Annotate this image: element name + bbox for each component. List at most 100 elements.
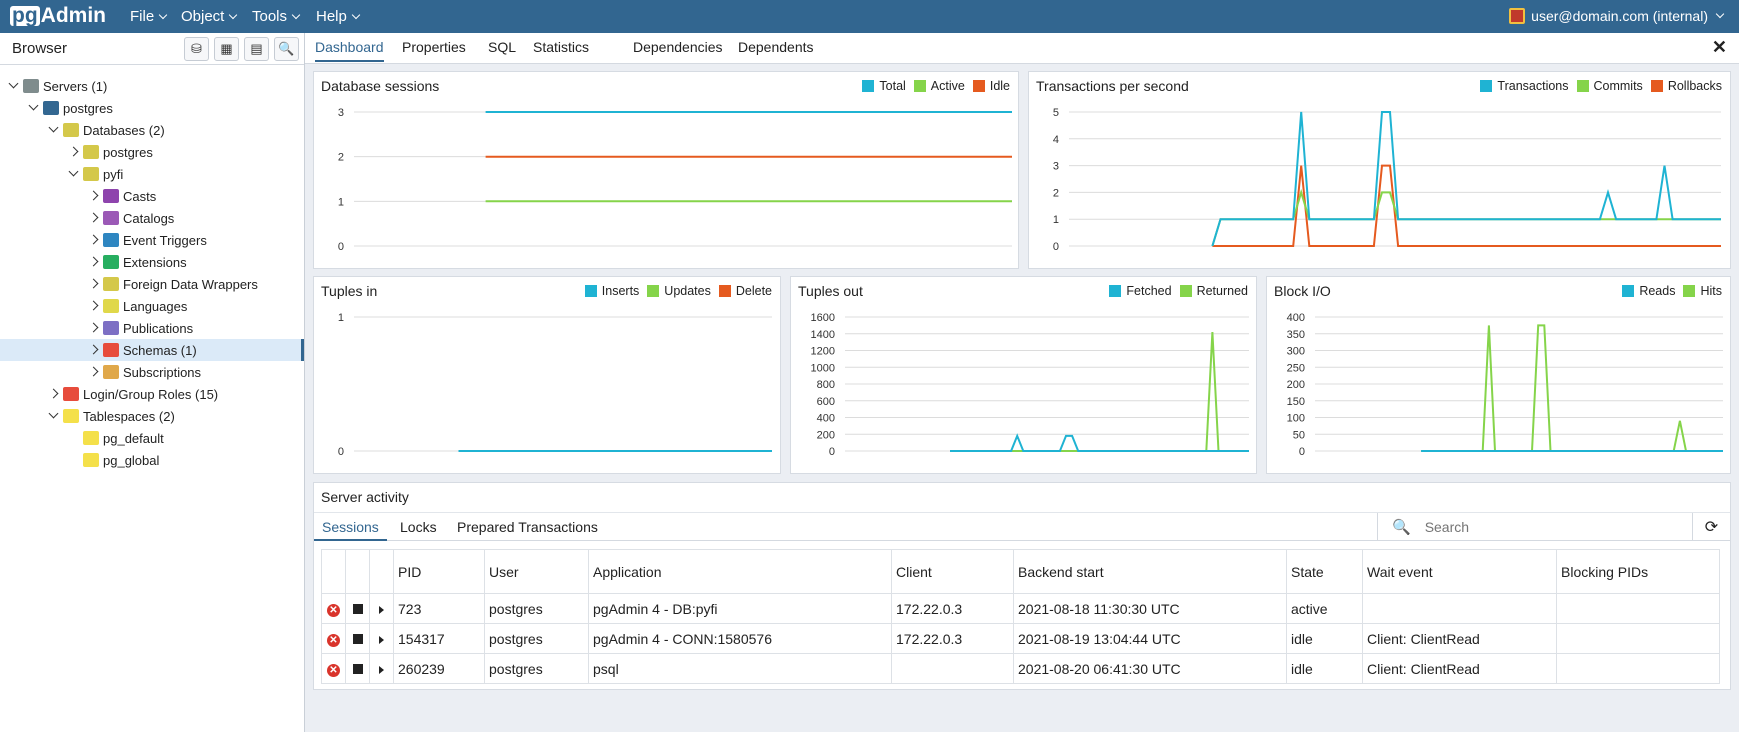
table-row[interactable]: ✕ 723 postgres pgAdmin 4 - DB:pyfi 172.22.0.… <box>321 593 1720 624</box>
search-input[interactable] <box>1424 519 1685 535</box>
tab-sql[interactable]: SQL <box>488 39 516 55</box>
search-box: 🔍 <box>1377 513 1690 541</box>
table-cell: Client: ClientRead <box>1362 623 1557 654</box>
chevron-right-icon[interactable] <box>86 367 100 378</box>
tab-prepared-transactions[interactable]: Prepared Transactions <box>457 519 598 535</box>
databases-icon <box>63 123 79 137</box>
column-header[interactable]: Application <box>588 549 892 594</box>
tree-item[interactable]: Servers (1) <box>0 75 304 97</box>
tree-item[interactable]: Event Triggers <box>0 229 304 251</box>
table-row[interactable]: ✕ 260239 postgres psql 2021-08-20 06:41:30 U… <box>321 653 1720 684</box>
chevron-right-icon[interactable] <box>66 147 80 158</box>
chevron-right-icon[interactable] <box>86 191 100 202</box>
menu-help[interactable]: Help <box>316 8 361 25</box>
tab-properties[interactable]: Properties <box>402 39 466 55</box>
tab-dependents[interactable]: Dependents <box>738 39 814 55</box>
chevron-right-icon[interactable] <box>86 235 100 246</box>
column-header[interactable]: Backend start <box>1013 549 1287 594</box>
filtered-rows-button[interactable]: ▤ <box>244 37 269 61</box>
chevron-right-icon[interactable] <box>86 323 100 334</box>
terminate-session-icon[interactable]: ✕ <box>327 604 340 617</box>
tree-item[interactable]: Subscriptions <box>0 361 304 383</box>
menu-file[interactable]: File <box>130 8 168 25</box>
y-tick-label: 150 <box>1287 396 1305 408</box>
expand-row-icon[interactable] <box>379 635 384 644</box>
table-cell <box>1556 623 1720 654</box>
chevron-right-icon[interactable] <box>46 389 60 400</box>
tab-dependencies[interactable]: Dependencies <box>633 39 723 55</box>
y-tick-label: 0 <box>829 446 835 458</box>
tree-item[interactable]: Casts <box>0 185 304 207</box>
legend-item: Active <box>913 79 965 93</box>
tree-item[interactable]: postgres <box>0 97 304 119</box>
cancel-query-icon[interactable] <box>352 633 363 644</box>
chevron-right-icon[interactable] <box>86 345 100 356</box>
query-tool-button[interactable]: ⛁ <box>184 37 209 61</box>
user-menu[interactable]: user@domain.com (internal) <box>1509 8 1725 24</box>
table-cell: pgAdmin 4 - CONN:1580576 <box>588 623 892 654</box>
tab-dashboard[interactable]: Dashboard <box>315 39 384 62</box>
table-cell: postgres <box>484 593 589 624</box>
folder-icon <box>83 453 99 467</box>
chevron-down-icon[interactable] <box>66 168 80 181</box>
chevron-right-icon[interactable] <box>86 279 100 290</box>
table-cell: idle <box>1286 653 1363 684</box>
pgadmin-logo[interactable]: pg Admin <box>10 4 106 27</box>
menu-tools[interactable]: Tools <box>252 8 301 25</box>
column-header[interactable]: Client <box>891 549 1014 594</box>
table-cell: 260239 <box>393 653 485 684</box>
expand-row-icon[interactable] <box>379 605 384 614</box>
chevron-right-icon[interactable] <box>86 257 100 268</box>
tab-statistics[interactable]: Statistics <box>533 39 589 55</box>
tree-item[interactable]: Databases (2) <box>0 119 304 141</box>
tree-item[interactable]: Languages <box>0 295 304 317</box>
tree-item[interactable]: Publications <box>0 317 304 339</box>
tree-item[interactable]: Catalogs <box>0 207 304 229</box>
expand-row-icon[interactable] <box>379 665 384 674</box>
tree-item[interactable]: Extensions <box>0 251 304 273</box>
chevron-down-icon[interactable] <box>6 80 20 93</box>
y-tick-label: 1200 <box>811 346 835 358</box>
browser-header: Browser ⛁ ▦ ▤ 🔍 <box>0 33 304 65</box>
panel-title: Block I/O <box>1274 283 1331 299</box>
roles-icon <box>63 387 79 401</box>
tree-item[interactable]: Login/Group Roles (15) <box>0 383 304 405</box>
tree-item-label: Subscriptions <box>123 364 202 380</box>
chevron-right-icon[interactable] <box>86 213 100 224</box>
tree-item[interactable]: pyfi <box>0 163 304 185</box>
column-header[interactable]: Blocking PIDs <box>1556 549 1720 594</box>
chevron-down-icon[interactable] <box>46 410 60 423</box>
cancel-query-icon[interactable] <box>352 663 363 674</box>
legend-item: Hits <box>1683 284 1722 298</box>
table-cell: 723 <box>393 593 485 624</box>
menu-object[interactable]: Object <box>181 8 238 25</box>
tree-item[interactable]: postgres <box>0 141 304 163</box>
tree-item[interactable]: Tablespaces (2) <box>0 405 304 427</box>
chevron-down-icon[interactable] <box>26 102 40 115</box>
chevron-right-icon[interactable] <box>86 301 100 312</box>
tree-item[interactable]: Schemas (1) <box>0 339 304 361</box>
view-data-button[interactable]: ▦ <box>214 37 239 61</box>
search-objects-button[interactable]: 🔍 <box>274 37 299 61</box>
chevron-down-icon[interactable] <box>46 124 60 137</box>
legend-item: Updates <box>647 284 711 298</box>
refresh-button[interactable]: ⟳ <box>1692 513 1730 541</box>
transactions-panel: Transactions per second Transactions Com… <box>1028 71 1731 269</box>
table-row[interactable]: ✕ 154317 postgres pgAdmin 4 - CONN:1580576 1… <box>321 623 1720 654</box>
column-header[interactable]: State <box>1286 549 1363 594</box>
column-header[interactable]: Wait event <box>1362 549 1557 594</box>
column-header[interactable]: User <box>484 549 589 594</box>
y-tick-label: 200 <box>1287 379 1305 391</box>
tab-locks[interactable]: Locks <box>400 519 437 535</box>
close-tab-icon[interactable]: ✕ <box>1712 37 1727 58</box>
tree-item[interactable]: pg_default <box>0 427 304 449</box>
tab-sessions[interactable]: Sessions <box>314 519 387 541</box>
tree-item[interactable]: Foreign Data Wrappers <box>0 273 304 295</box>
column-header[interactable]: PID <box>393 549 485 594</box>
legend-item: Transactions <box>1480 79 1569 93</box>
terminate-session-icon[interactable]: ✕ <box>327 634 340 647</box>
cancel-query-icon[interactable] <box>352 603 363 614</box>
tree-item[interactable]: pg_global <box>0 449 304 471</box>
y-tick-label: 2 <box>1053 187 1059 199</box>
terminate-session-icon[interactable]: ✕ <box>327 664 340 677</box>
